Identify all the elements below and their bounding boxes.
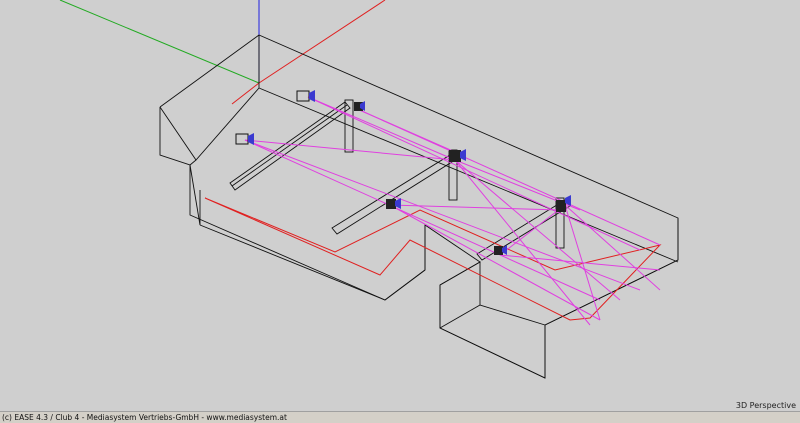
- status-text: (c) EASE 4.3 / Club 4 - Mediasystem Vert…: [2, 413, 287, 422]
- x-axis-line: [258, 0, 386, 84]
- x-axis-extension: [231, 82, 260, 105]
- loudspeaker-icon[interactable]: [449, 149, 466, 162]
- status-bar: (c) EASE 4.3 / Club 4 - Mediasystem Vert…: [0, 411, 800, 423]
- 3d-viewport[interactable]: 3D Perspective: [0, 0, 800, 412]
- loudspeaker-icon[interactable]: [494, 245, 507, 255]
- loudspeaker-icon[interactable]: [354, 101, 365, 111]
- wireframe-model[interactable]: [0, 0, 800, 412]
- loudspeaker-icon[interactable]: [386, 198, 401, 209]
- loudspeaker-icon[interactable]: [235, 133, 254, 145]
- ray-paths: [244, 96, 661, 326]
- view-mode-label: 3D Perspective: [735, 401, 796, 410]
- loudspeaker-icon[interactable]: [296, 90, 315, 102]
- y-axis-line: [59, 0, 260, 84]
- truss-beams: [229, 99, 571, 261]
